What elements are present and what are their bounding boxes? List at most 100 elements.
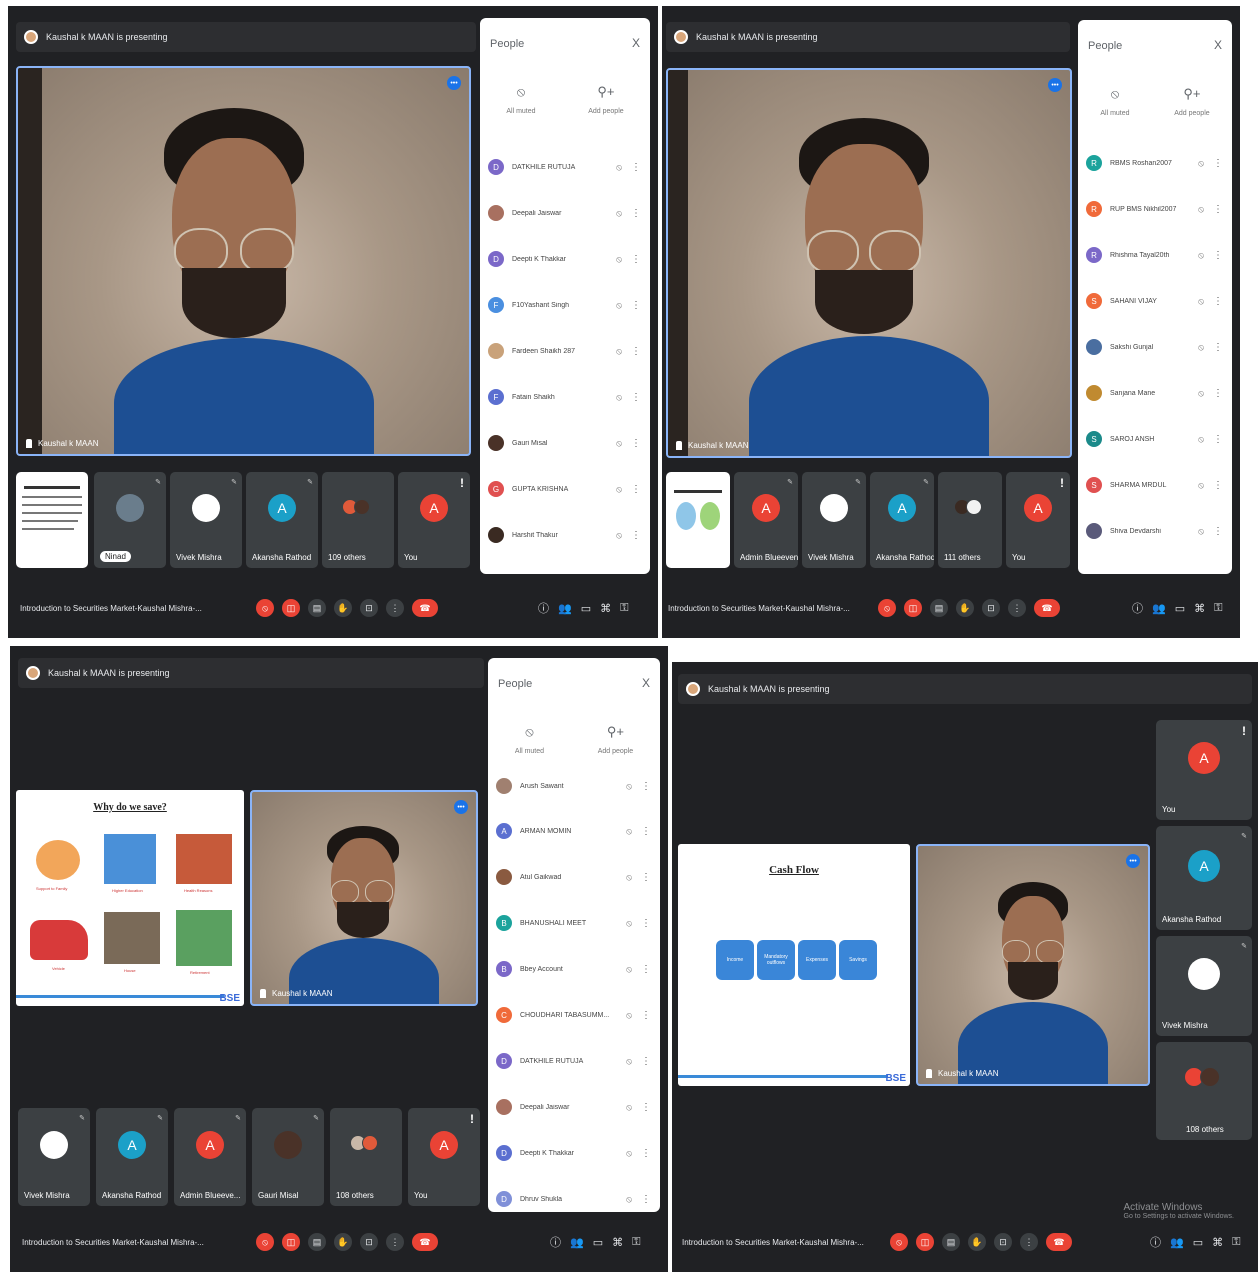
presentation-thumbnail[interactable] (16, 472, 88, 568)
participant-row[interactable]: R Rhishma Tayal20th ⦸ ⋮ (1086, 240, 1224, 270)
mic-off-icon[interactable]: ⦸ (1190, 250, 1212, 261)
mic-off-icon[interactable]: ⦸ (608, 484, 630, 495)
participant-tile[interactable]: ☺ ✎ Vivek Mishra (1156, 936, 1252, 1036)
participant-row[interactable]: B BHANUSHALI MEET ⦸ ⋮ (496, 908, 652, 938)
leave-call-button[interactable]: ☎ (412, 1233, 438, 1251)
camera-off-button[interactable]: ◫ (282, 1233, 300, 1251)
more-options-icon[interactable]: ⋮ (1212, 434, 1224, 445)
mic-off-icon[interactable]: ⦸ (618, 1148, 640, 1159)
add-people-button[interactable]: ⚲+ Add people (1174, 86, 1209, 117)
presenter-video[interactable]: ••• Kaushal k MAAN (16, 66, 471, 456)
add-people-button[interactable]: ⚲+ Add people (598, 724, 633, 755)
all-muted-button[interactable]: ⦸ All muted (1100, 86, 1129, 117)
more-options-icon[interactable]: ⋮ (640, 872, 652, 883)
more-options-button[interactable]: ⋮ (386, 599, 404, 617)
all-muted-button[interactable]: ⦸ All muted (506, 84, 535, 115)
presentation-thumbnail[interactable] (666, 472, 730, 568)
captions-button[interactable]: ▤ (930, 599, 948, 617)
participant-row[interactable]: S SHARMA MRDUL ⦸ ⋮ (1086, 470, 1224, 500)
info-icon[interactable]: ⓘ (550, 1234, 561, 1250)
participant-tile[interactable]: A ✎ Akansha Rathod (246, 472, 318, 568)
participant-tile[interactable]: A ✎ Admin Blueeve... (174, 1108, 246, 1206)
presentation-slide[interactable]: Cash Flow Income Mandatory outflows Expe… (678, 844, 910, 1086)
more-options-icon[interactable]: ⋮ (640, 781, 652, 792)
more-options-icon[interactable]: ⋮ (640, 964, 652, 975)
lock-icon[interactable]: ⚿ (620, 602, 628, 615)
more-options-button[interactable]: ⋮ (1020, 1233, 1038, 1251)
presenter-video[interactable]: ••• Kaushal k MAAN (666, 68, 1072, 458)
self-tile[interactable]: A ! You (408, 1108, 480, 1206)
add-people-button[interactable]: ⚲+ Add people (588, 84, 623, 115)
participant-row[interactable]: B Bbey Account ⦸ ⋮ (496, 954, 652, 984)
close-icon[interactable]: X (642, 676, 650, 690)
people-icon[interactable]: 👥 (570, 1236, 584, 1249)
chat-icon[interactable]: ▭ (1193, 1236, 1203, 1249)
participant-row[interactable]: R RUP BMS Nikhil2007 ⦸ ⋮ (1086, 194, 1224, 224)
chat-icon[interactable]: ▭ (1175, 602, 1185, 615)
participant-row[interactable]: D Dhruv Shukla ⦸ ⋮ (496, 1184, 652, 1212)
mic-off-icon[interactable]: ⦸ (608, 162, 630, 173)
camera-off-button[interactable]: ◫ (916, 1233, 934, 1251)
lock-icon[interactable]: ⚿ (632, 1236, 640, 1249)
more-options-icon[interactable]: ⋮ (1212, 342, 1224, 353)
more-options-icon[interactable]: ⋮ (1212, 480, 1224, 491)
participant-tile[interactable]: ✎ Gauri Misal (252, 1108, 324, 1206)
activities-icon[interactable]: ⌘ (612, 1236, 623, 1249)
more-options-button[interactable]: ⋮ (386, 1233, 404, 1251)
more-options-icon[interactable]: ⋮ (640, 1148, 652, 1159)
activities-icon[interactable]: ⌘ (1212, 1236, 1223, 1249)
mic-off-icon[interactable]: ⦸ (1190, 158, 1212, 169)
captions-button[interactable]: ▤ (942, 1233, 960, 1251)
camera-off-button[interactable]: ◫ (904, 599, 922, 617)
participant-row[interactable]: D Deepti K Thakkar ⦸ ⋮ (488, 244, 642, 274)
more-options-icon[interactable]: ⋮ (1212, 158, 1224, 169)
participant-row[interactable]: D Deepti K Thakkar ⦸ ⋮ (496, 1138, 652, 1168)
people-icon[interactable]: 👥 (1170, 1236, 1184, 1249)
mic-off-icon[interactable]: ⦸ (608, 300, 630, 311)
mic-off-icon[interactable]: ⦸ (618, 826, 640, 837)
presentation-slide[interactable]: Why do we save? Support to Family Higher… (16, 790, 244, 1006)
activities-icon[interactable]: ⌘ (1194, 602, 1205, 615)
participant-tile[interactable]: A ✎ Admin Blueeven... (734, 472, 798, 568)
more-options-icon[interactable]: ⋮ (1212, 296, 1224, 307)
mic-off-icon[interactable]: ⦸ (1190, 296, 1212, 307)
close-icon[interactable]: X (632, 36, 640, 50)
mic-off-icon[interactable]: ⦸ (618, 964, 640, 975)
participant-row[interactable]: A ARMAN MOMIN ⦸ ⋮ (496, 816, 652, 846)
presenter-video[interactable]: ••• Kaushal k MAAN (916, 844, 1150, 1086)
participant-row[interactable]: C CHOUDHARI TABASUMM... ⦸ ⋮ (496, 1000, 652, 1030)
mic-off-icon[interactable]: ⦸ (1190, 388, 1212, 399)
participant-row[interactable]: Atul Gaikwad ⦸ ⋮ (496, 862, 652, 892)
all-muted-button[interactable]: ⦸ All muted (515, 724, 544, 755)
leave-call-button[interactable]: ☎ (1046, 1233, 1072, 1251)
captions-button[interactable]: ▤ (308, 599, 326, 617)
present-button[interactable]: ⊡ (360, 599, 378, 617)
close-icon[interactable]: X (1214, 38, 1222, 52)
others-tile[interactable]: 108 others (330, 1108, 402, 1206)
participant-row[interactable]: Sanjana Mane ⦸ ⋮ (1086, 378, 1224, 408)
mic-off-icon[interactable]: ⦸ (1190, 434, 1212, 445)
mic-off-icon[interactable]: ⦸ (618, 1194, 640, 1205)
participant-row[interactable]: F Fatain Shaikh ⦸ ⋮ (488, 382, 642, 412)
participant-tile[interactable]: ☺ ✎ Vivek Mishra (802, 472, 866, 568)
self-tile[interactable]: A ! You (1006, 472, 1070, 568)
captions-button[interactable]: ▤ (308, 1233, 326, 1251)
chat-icon[interactable]: ▭ (581, 602, 591, 615)
participant-row[interactable]: Arush Sawant ⦸ ⋮ (496, 776, 652, 796)
more-options-icon[interactable]: ⋮ (630, 300, 642, 311)
participant-tile[interactable]: ✎ Ninad (94, 472, 166, 568)
present-button[interactable]: ⊡ (982, 599, 1000, 617)
participant-row[interactable]: Deepali Jaiswar ⦸ ⋮ (488, 198, 642, 228)
mic-off-icon[interactable]: ⦸ (618, 872, 640, 883)
presenter-video[interactable]: ••• Kaushal k MAAN (250, 790, 478, 1006)
mic-off-icon[interactable]: ⦸ (618, 1102, 640, 1113)
raise-hand-button[interactable]: ✋ (968, 1233, 986, 1251)
leave-call-button[interactable]: ☎ (1034, 599, 1060, 617)
more-options-icon[interactable]: ⋮ (630, 530, 642, 541)
mic-off-button[interactable]: ⦸ (256, 1233, 274, 1251)
mic-off-icon[interactable]: ⦸ (608, 530, 630, 541)
mic-off-icon[interactable]: ⦸ (618, 918, 640, 929)
chat-icon[interactable]: ▭ (593, 1236, 603, 1249)
participant-row[interactable]: Shiva Devdarshi ⦸ ⋮ (1086, 516, 1224, 546)
camera-off-button[interactable]: ◫ (282, 599, 300, 617)
